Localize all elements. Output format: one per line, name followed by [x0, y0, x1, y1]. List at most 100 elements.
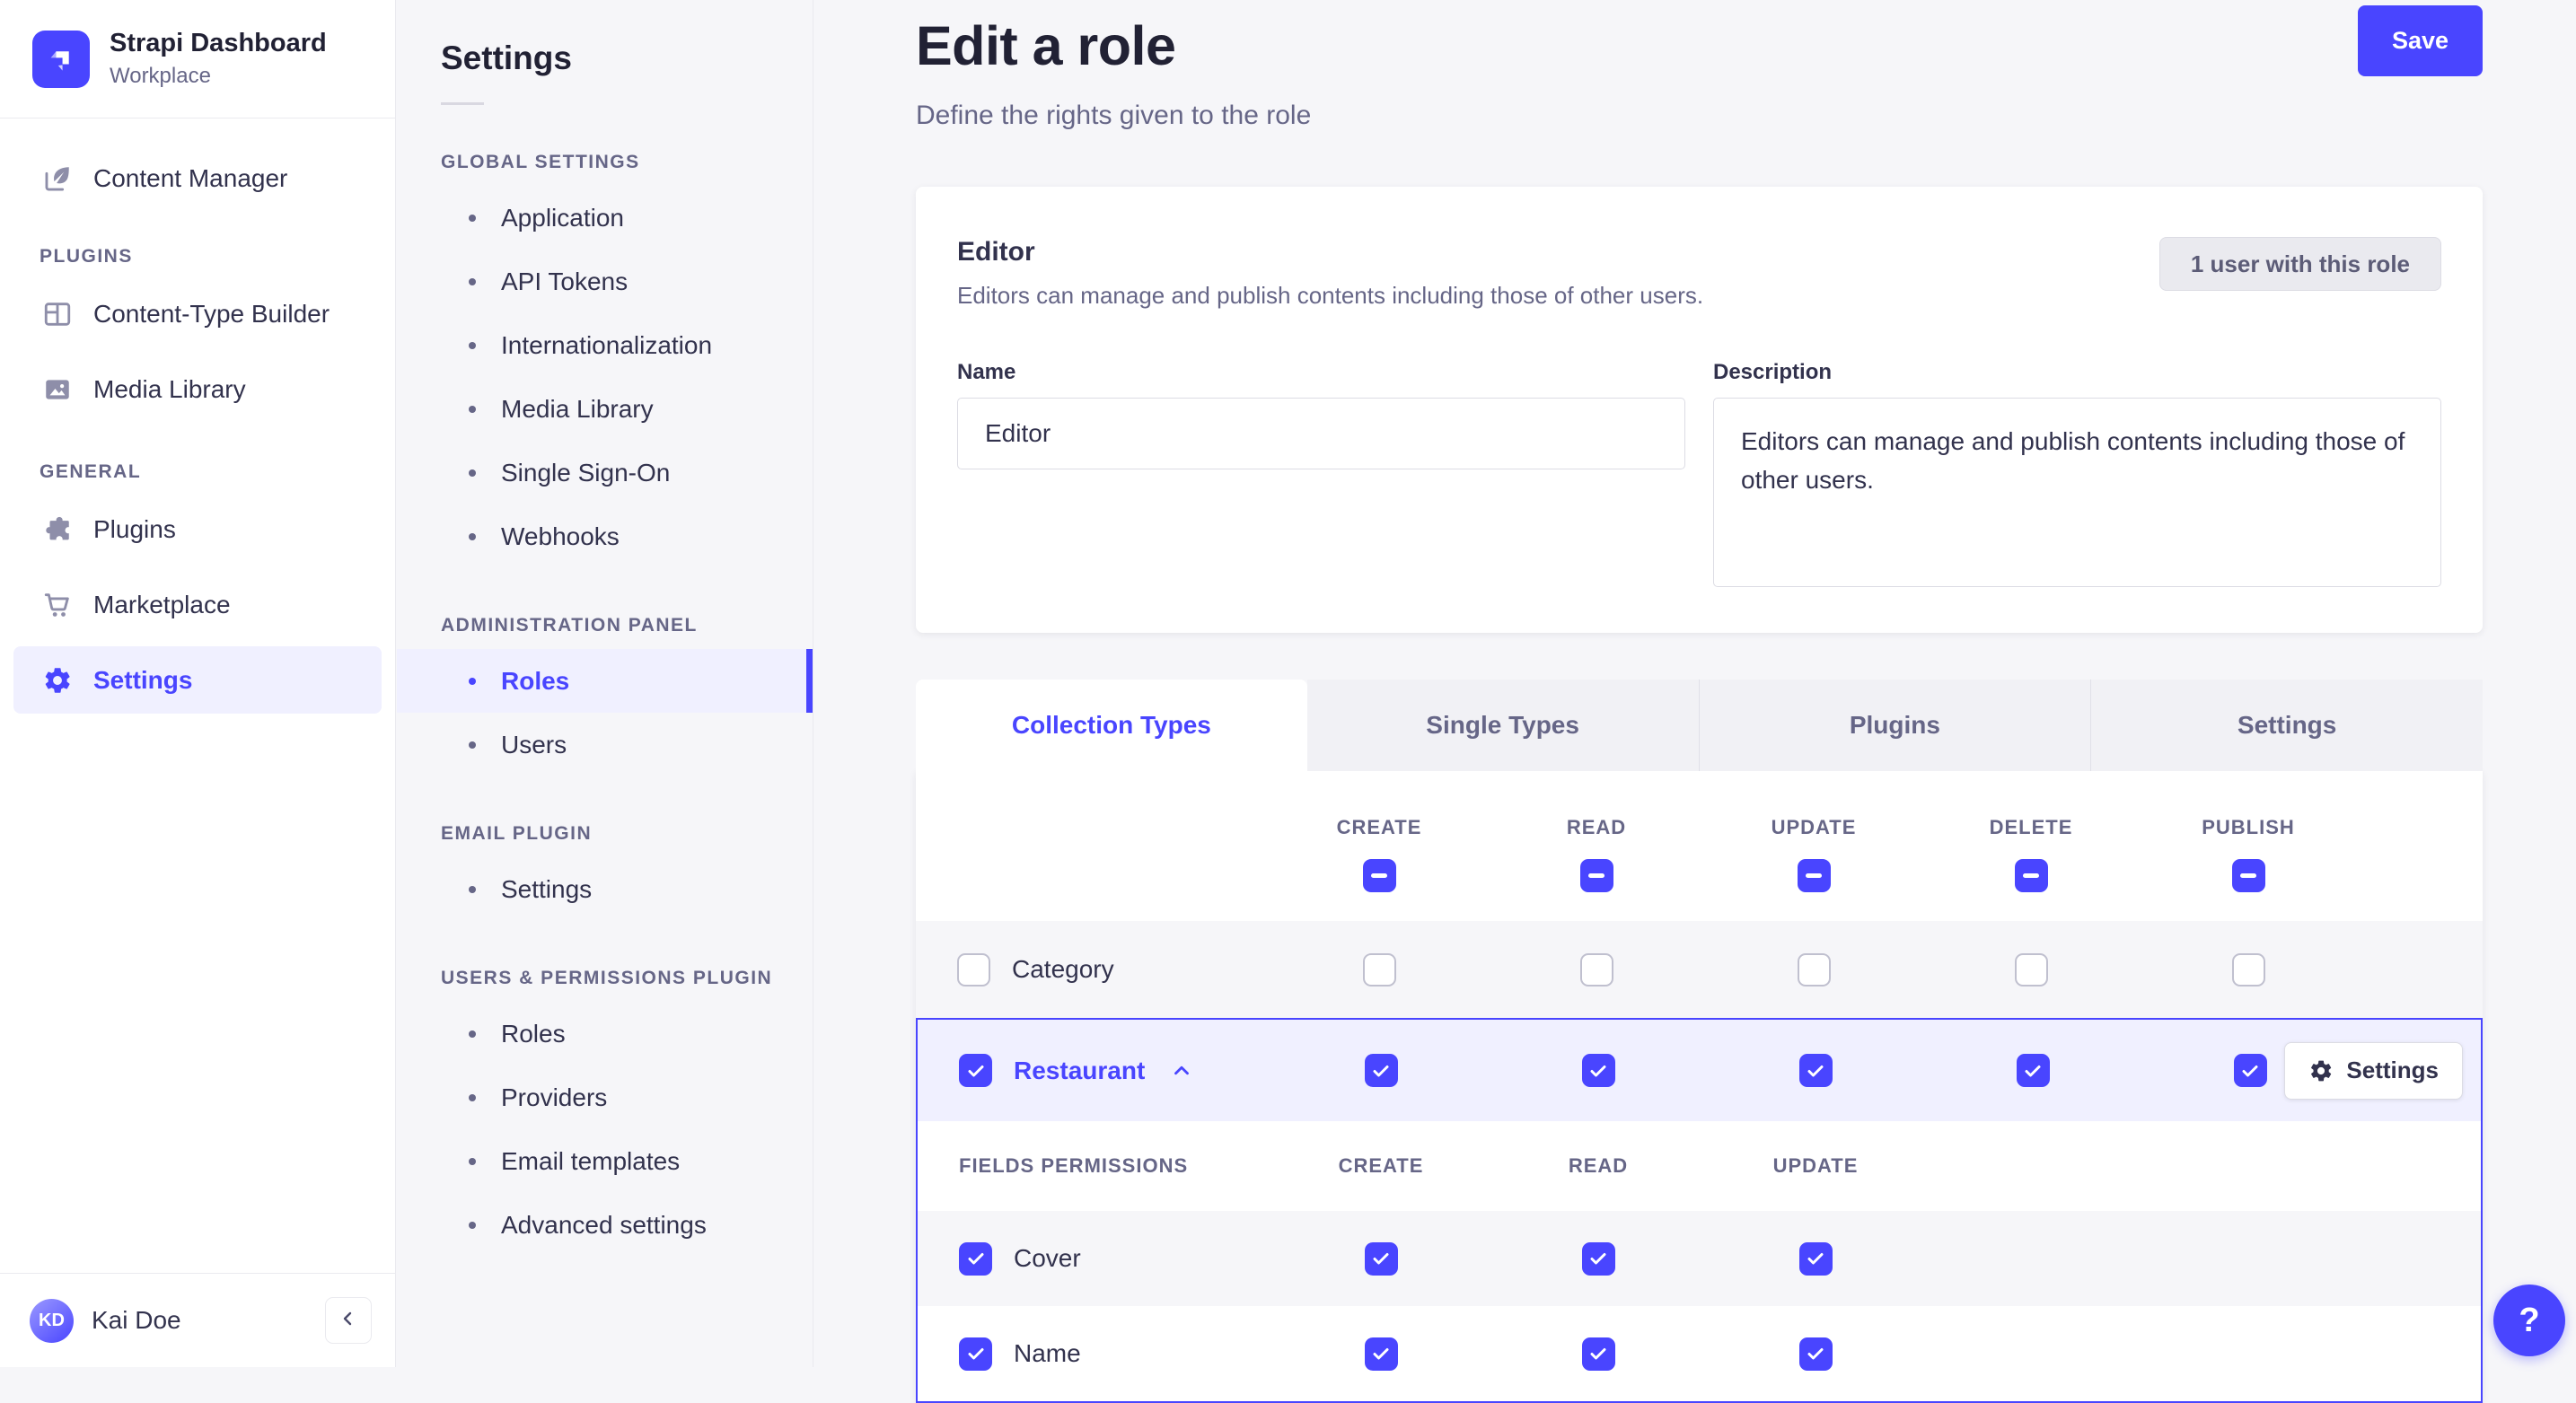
- fields-column-read: READ: [1490, 1154, 1707, 1178]
- sidebar-item-media-library[interactable]: Media Library: [0, 352, 395, 427]
- main-sidebar: Strapi Dashboard Workplace Content Manag…: [0, 0, 396, 1367]
- save-button[interactable]: Save: [2358, 5, 2483, 76]
- subnav-item-api-tokens[interactable]: API Tokens: [397, 250, 813, 313]
- bullet-icon: [469, 886, 476, 893]
- subnav-item-webhooks[interactable]: Webhooks: [397, 504, 813, 568]
- cover-create-checkbox[interactable]: [1365, 1242, 1398, 1276]
- sidebar-item-content-type-builder[interactable]: Content-Type Builder: [0, 276, 395, 352]
- subnav-item-up-roles[interactable]: Roles: [397, 1002, 813, 1065]
- select-all-create-checkbox[interactable]: [1363, 859, 1396, 892]
- subnav-item-label: Single Sign-On: [501, 459, 670, 487]
- gear-icon: [40, 662, 75, 698]
- select-all-delete-checkbox[interactable]: [2015, 859, 2048, 892]
- select-all-update-checkbox[interactable]: [1798, 859, 1831, 892]
- sidebar-item-settings[interactable]: Settings: [13, 646, 382, 714]
- sidebar-item-label: Media Library: [93, 375, 246, 404]
- page-title: Edit a role: [916, 14, 2483, 77]
- restaurant-create-checkbox[interactable]: [1365, 1054, 1398, 1087]
- subnav-item-internationalization[interactable]: Internationalization: [397, 313, 813, 377]
- restaurant-update-checkbox[interactable]: [1799, 1054, 1833, 1087]
- subnav-item-media-library[interactable]: Media Library: [397, 377, 813, 441]
- tab-settings[interactable]: Settings: [2090, 680, 2483, 771]
- category-delete-checkbox[interactable]: [2015, 953, 2048, 986]
- role-details-card: Editor Editors can manage and publish co…: [916, 187, 2483, 633]
- subnav-item-users[interactable]: Users: [397, 713, 813, 776]
- subnav-item-label: Advanced settings: [501, 1211, 707, 1240]
- name-row-checkbox[interactable]: [959, 1337, 992, 1371]
- column-header-update: UPDATE: [1772, 816, 1857, 839]
- chevron-up-icon[interactable]: [1170, 1059, 1193, 1083]
- column-header-publish: PUBLISH: [2202, 816, 2295, 839]
- subnav-item-label: Roles: [501, 1020, 566, 1048]
- brand-block: Strapi Dashboard Workplace: [0, 0, 395, 118]
- indeterminate-dash-icon: [2240, 873, 2256, 878]
- row-label[interactable]: Cover: [1014, 1244, 1081, 1273]
- restaurant-publish-checkbox[interactable]: [2234, 1054, 2267, 1087]
- description-field-label: Description: [1713, 360, 2441, 385]
- subnav-item-label: Roles: [501, 667, 569, 696]
- category-create-checkbox[interactable]: [1363, 953, 1396, 986]
- subnav-section-global-settings: GLOBAL SETTINGS: [441, 152, 813, 173]
- name-read-checkbox[interactable]: [1582, 1337, 1615, 1371]
- puzzle-icon: [40, 512, 75, 548]
- tab-plugins[interactable]: Plugins: [1699, 680, 2091, 771]
- restaurant-expanded-group: Restaurant Setting: [916, 1018, 2483, 1403]
- nav-section-general: GENERAL: [40, 461, 395, 483]
- users-with-role-button[interactable]: 1 user with this role: [2159, 237, 2441, 291]
- cart-icon: [40, 587, 75, 623]
- name-create-checkbox[interactable]: [1365, 1337, 1398, 1371]
- gear-icon: [2308, 1058, 2334, 1083]
- subnav-item-providers[interactable]: Providers: [397, 1065, 813, 1129]
- category-update-checkbox[interactable]: [1798, 953, 1831, 986]
- restaurant-delete-checkbox[interactable]: [2017, 1054, 2050, 1087]
- subnav-item-label: Media Library: [501, 395, 654, 424]
- chevron-left-icon: [338, 1308, 359, 1334]
- role-description-input[interactable]: Editors can manage and publish contents …: [1713, 398, 2441, 587]
- category-row-checkbox[interactable]: [957, 953, 990, 986]
- collapse-sidebar-button[interactable]: [325, 1297, 372, 1344]
- sidebar-item-label: Plugins: [93, 515, 176, 544]
- cover-read-checkbox[interactable]: [1582, 1242, 1615, 1276]
- avatar[interactable]: KD: [30, 1299, 74, 1343]
- subnav-item-application[interactable]: Application: [397, 186, 813, 250]
- sidebar-item-plugins[interactable]: Plugins: [0, 492, 395, 567]
- subnav-item-advanced-settings[interactable]: Advanced settings: [397, 1193, 813, 1257]
- app-title: Strapi Dashboard: [110, 29, 327, 58]
- permissions-section: Collection Types Single Types Plugins Se…: [916, 680, 2483, 1403]
- row-label[interactable]: Name: [1014, 1339, 1081, 1368]
- indeterminate-dash-icon: [1588, 873, 1605, 878]
- category-read-checkbox[interactable]: [1580, 953, 1613, 986]
- sidebar-footer: KD Kai Doe: [0, 1273, 395, 1367]
- category-publish-checkbox[interactable]: [2232, 953, 2265, 986]
- subnav-item-email-settings[interactable]: Settings: [397, 857, 813, 921]
- field-row-cover: Cover: [918, 1211, 2481, 1306]
- sidebar-item-content-manager[interactable]: Content Manager: [0, 145, 395, 212]
- tab-collection-types[interactable]: Collection Types: [916, 680, 1307, 771]
- select-all-publish-checkbox[interactable]: [2232, 859, 2265, 892]
- sidebar-item-marketplace[interactable]: Marketplace: [0, 567, 395, 643]
- restaurant-settings-button[interactable]: Settings: [2284, 1042, 2463, 1100]
- sidebar-item-label: Settings: [93, 666, 192, 695]
- subnav-item-label: Users: [501, 731, 567, 759]
- help-button[interactable]: ?: [2493, 1285, 2565, 1356]
- subnav-item-label: Settings: [501, 875, 592, 904]
- bullet-icon: [469, 1158, 476, 1165]
- restaurant-read-checkbox[interactable]: [1582, 1054, 1615, 1087]
- subnav-item-email-templates[interactable]: Email templates: [397, 1129, 813, 1193]
- restaurant-row-checkbox[interactable]: [959, 1054, 992, 1087]
- subnav-item-roles[interactable]: Roles: [397, 649, 813, 713]
- row-label[interactable]: Category: [1012, 955, 1114, 984]
- bullet-icon: [469, 1030, 476, 1038]
- column-header-delete: DELETE: [1990, 816, 2073, 839]
- row-label[interactable]: Restaurant: [1014, 1057, 1145, 1085]
- role-name-input[interactable]: [957, 398, 1685, 469]
- bullet-icon: [469, 215, 476, 222]
- subnav-section-users-permissions-plugin: USERS & PERMISSIONS PLUGIN: [441, 968, 813, 989]
- select-all-read-checkbox[interactable]: [1580, 859, 1613, 892]
- tab-single-types[interactable]: Single Types: [1307, 680, 1699, 771]
- cover-update-checkbox[interactable]: [1799, 1242, 1833, 1276]
- subnav-item-single-sign-on[interactable]: Single Sign-On: [397, 441, 813, 504]
- page-header: Edit a role Define the rights given to t…: [814, 0, 2576, 131]
- cover-row-checkbox[interactable]: [959, 1242, 992, 1276]
- name-update-checkbox[interactable]: [1799, 1337, 1833, 1371]
